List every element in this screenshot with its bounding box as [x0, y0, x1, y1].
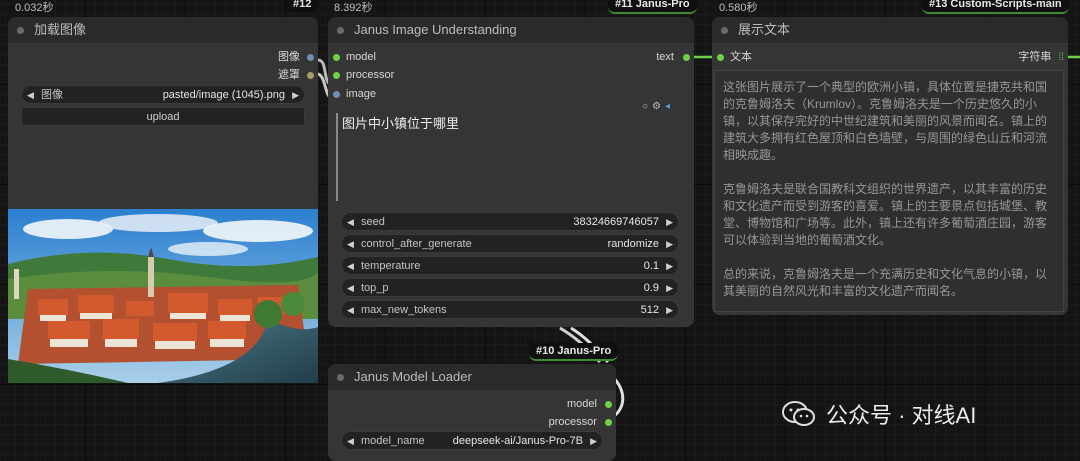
list-output-icon[interactable]: ⁞⁞: [1058, 52, 1064, 63]
understanding-badge: #11 Janus-Pro: [608, 0, 697, 14]
temperature-widget[interactable]: ◀ temperature 0.1 ▶: [341, 256, 679, 275]
input-image-dot-icon[interactable]: [333, 90, 340, 98]
watermark: 公众号 · 对线AI: [782, 398, 976, 430]
upload-button[interactable]: upload: [21, 107, 305, 126]
load-image-badge: #12: [286, 0, 319, 12]
output-model[interactable]: model: [567, 396, 612, 412]
gear-icon[interactable]: ⚙: [652, 101, 665, 112]
control-after-generate-widget[interactable]: ◀ control_after_generate randomize ▶: [341, 234, 679, 253]
widget-name: 图像: [41, 89, 63, 101]
widget-value: 512: [640, 304, 659, 316]
collapse-dot-icon[interactable]: [17, 27, 24, 34]
node-title-label: 加载图像: [34, 22, 87, 37]
arrow-right-icon[interactable]: ▶: [666, 257, 673, 276]
arrow-left-icon[interactable]: ◀: [347, 279, 354, 298]
castle-town-photo: [8, 209, 318, 383]
widget-name: temperature: [361, 260, 421, 272]
load-image-timing: 0.032秒: [15, 2, 54, 14]
output-mask[interactable]: 遮罩: [278, 67, 314, 83]
output-text-dot-icon[interactable]: [683, 53, 690, 61]
collapse-dot-icon[interactable]: [337, 27, 344, 34]
janus-model-loader-node[interactable]: Janus Model Loader model processor ◀ mod…: [328, 364, 616, 461]
arrow-right-icon[interactable]: ▶: [590, 432, 597, 451]
input-image-label: image: [346, 88, 376, 100]
input-model-label: model: [346, 51, 376, 63]
arrow-left-icon[interactable]: ◀: [347, 432, 354, 451]
max-new-tokens-widget[interactable]: ◀ max_new_tokens 512 ▶: [341, 300, 679, 319]
widget-value: 0.1: [643, 260, 659, 272]
speaker-icon[interactable]: ◂: [665, 101, 674, 112]
janus-understanding-node[interactable]: Janus Image Understanding model processo…: [328, 17, 694, 327]
collapse-dot-icon[interactable]: [721, 27, 728, 34]
node-title-label: Janus Model Loader: [354, 369, 472, 384]
understanding-timing: 8.392秒: [334, 2, 373, 14]
input-text[interactable]: 文本: [717, 49, 752, 65]
prompt-textarea[interactable]: 图片中小镇位于哪里: [336, 113, 682, 201]
output-string[interactable]: 字符串 ⁞⁞: [1018, 49, 1064, 65]
collapse-dot-icon[interactable]: [337, 374, 344, 381]
arrow-left-icon[interactable]: ◀: [347, 213, 354, 232]
output-image-label: 图像: [277, 51, 300, 63]
node-title-label: Janus Image Understanding: [354, 22, 517, 37]
arrow-left-icon[interactable]: ◀: [347, 257, 354, 276]
input-model-dot-icon[interactable]: [333, 53, 340, 61]
model-name-widget[interactable]: ◀ model_name deepseek-ai/Janus-Pro-7B ▶: [341, 431, 603, 450]
show-text-badge: #13 Custom-Scripts-main: [922, 0, 1069, 14]
watermark-text: 公众号 · 对线AI: [826, 403, 977, 428]
arrow-right-icon[interactable]: ▶: [292, 86, 299, 105]
input-processor[interactable]: processor: [333, 67, 394, 83]
show-text-timing: 0.580秒: [719, 2, 758, 14]
top-p-widget[interactable]: ◀ top_p 0.9 ▶: [341, 278, 679, 297]
input-text-dot-icon[interactable]: [717, 53, 724, 61]
model-loader-badge: #10 Janus-Pro: [529, 343, 619, 361]
arrow-right-icon[interactable]: ▶: [666, 279, 673, 298]
arrow-left-icon[interactable]: ◀: [347, 235, 354, 254]
output-image[interactable]: 图像: [278, 49, 314, 65]
arrow-right-icon[interactable]: ▶: [666, 213, 673, 232]
arrow-left-icon[interactable]: ◀: [27, 86, 34, 105]
output-model-label: model: [566, 398, 597, 410]
widget-name: model_name: [361, 435, 425, 447]
output-mask-label: 遮罩: [277, 69, 300, 81]
input-text-label: 文本: [730, 51, 752, 63]
widget-name: seed: [361, 216, 385, 228]
output-image-dot-icon[interactable]: [307, 53, 314, 61]
seed-widget[interactable]: ◀ seed 38324669746057 ▶: [341, 212, 679, 231]
wechat-icon: [782, 401, 815, 426]
show-text-node[interactable]: 展示文本 文本 字符串 ⁞⁞ 这张图片展示了一个典型的欧洲小镇，具体位置是捷克共…: [712, 17, 1068, 315]
output-string-label: 字符串: [1018, 51, 1052, 63]
node-title[interactable]: 展示文本: [712, 17, 1068, 43]
node-title-label: 展示文本: [738, 22, 791, 37]
widget-name: control_after_generate: [361, 238, 472, 250]
output-text[interactable]: text: [656, 49, 690, 65]
node-title[interactable]: Janus Model Loader: [328, 364, 616, 390]
widget-value: deepseek-ai/Janus-Pro-7B: [452, 435, 583, 447]
widget-name: top_p: [361, 282, 389, 294]
node-title[interactable]: Janus Image Understanding: [328, 17, 694, 43]
output-model-dot-icon[interactable]: [605, 400, 612, 408]
widget-value: 0.9: [643, 282, 659, 294]
output-mask-dot-icon[interactable]: [307, 71, 314, 79]
image-select-widget[interactable]: ◀ 图像 pasted/image (1045).png ▶: [21, 85, 305, 104]
widget-value: pasted/image (1045).png: [162, 89, 285, 101]
arrow-left-icon[interactable]: ◀: [347, 301, 354, 320]
circle-icon[interactable]: ○: [642, 101, 652, 112]
input-processor-dot-icon[interactable]: [333, 71, 340, 79]
arrow-right-icon[interactable]: ▶: [666, 301, 673, 320]
input-model[interactable]: model: [333, 49, 376, 65]
load-image-node[interactable]: 加载图像 图像 遮罩 ◀ 图像 pasted/image (1045).png …: [8, 17, 318, 383]
output-processor-label: processor: [548, 416, 597, 428]
output-text-label: text: [656, 51, 674, 63]
output-text-area[interactable]: 这张图片展示了一个典型的欧洲小镇，具体位置是捷克共和国的克鲁姆洛夫（Krumlo…: [714, 70, 1064, 312]
input-image[interactable]: image: [333, 86, 376, 102]
output-processor-dot-icon[interactable]: [605, 418, 612, 426]
node-title[interactable]: 加载图像: [8, 17, 318, 43]
arrow-right-icon[interactable]: ▶: [666, 235, 673, 254]
input-processor-label: processor: [346, 69, 395, 81]
output-processor[interactable]: processor: [549, 414, 612, 430]
widget-value: randomize: [607, 238, 659, 250]
widget-name: max_new_tokens: [361, 304, 447, 316]
widget-value: 38324669746057: [573, 216, 659, 228]
